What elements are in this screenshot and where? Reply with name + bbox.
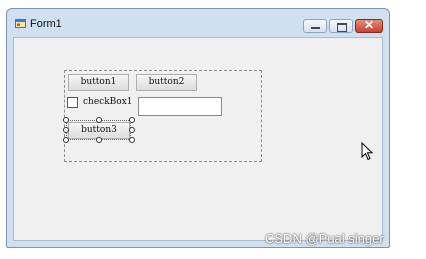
minimize-button[interactable] [303,19,327,33]
resize-handle-bottom-right[interactable] [129,137,135,143]
resize-handle-left[interactable] [63,127,69,133]
form-icon [15,19,26,28]
checkbox1[interactable] [67,97,78,108]
close-button[interactable]: ✕ [355,18,383,33]
window-title: Form1 [30,18,62,30]
maximize-button[interactable] [329,19,353,33]
resize-handle-top[interactable] [96,117,102,123]
close-icon: ✕ [363,18,375,32]
title-bar[interactable]: Form1 ✕ [7,9,389,37]
resize-handle-top-right[interactable] [129,117,135,123]
textbox1[interactable] [138,97,222,116]
resize-handle-right[interactable] [129,127,135,133]
panel-container[interactable]: button1 button2 checkBox1 button3 [63,70,262,162]
minimize-icon [311,27,320,29]
checkbox1-label[interactable]: checkBox1 [83,97,133,107]
resize-handle-top-left[interactable] [63,117,69,123]
maximize-icon [337,23,347,32]
mouse-cursor-icon [361,142,374,161]
button1[interactable]: button1 [68,74,129,91]
resize-handle-bottom-left[interactable] [63,137,69,143]
button2[interactable]: button2 [136,74,197,91]
resize-handle-bottom[interactable] [96,137,102,143]
watermark-text: CSDN @Pual singer [265,231,384,246]
form-client-area[interactable]: button1 button2 checkBox1 button3 [13,37,383,241]
designer-window: Form1 ✕ button1 button2 checkBox1 button… [6,8,390,248]
